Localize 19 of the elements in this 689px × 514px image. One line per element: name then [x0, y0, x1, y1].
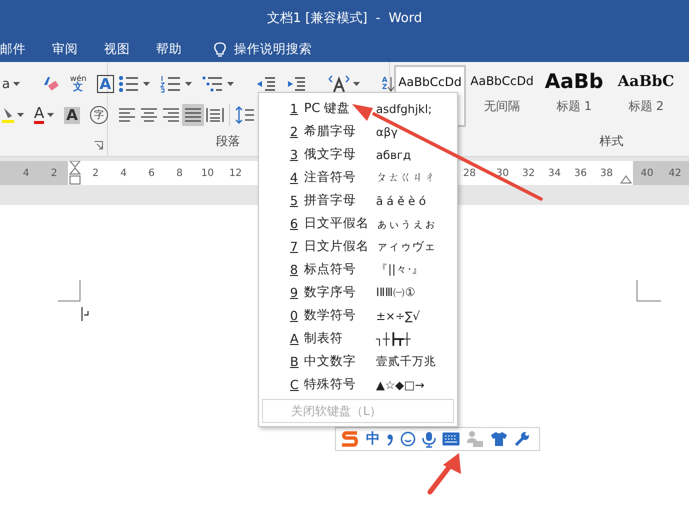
ruler-number: 10 [200, 168, 215, 178]
ruler-number: 34 [547, 168, 562, 178]
ruler-number: 32 [521, 168, 536, 178]
ruler-number: 30 [495, 168, 510, 178]
ruler-number: 40 [640, 168, 654, 178]
ruler-number: 2 [50, 168, 58, 178]
ruler-number: 42 [668, 168, 682, 178]
ruler-number: 6 [147, 168, 156, 178]
ruler-number: 36 [573, 168, 588, 178]
ruler-number: 2 [91, 168, 100, 178]
ruler-number: 4 [22, 168, 30, 178]
ruler-number: 8 [175, 168, 184, 178]
group-label: 样式 [600, 133, 624, 150]
ruler-number: 38 [599, 168, 614, 178]
group-label: 段落 [216, 133, 240, 150]
ruler-number: 28 [462, 168, 477, 178]
ruler-number: 12 [228, 168, 243, 178]
window-title: 文档1 [兼容模式] - Word [266, 10, 422, 27]
ruler-number: 4 [119, 168, 128, 178]
